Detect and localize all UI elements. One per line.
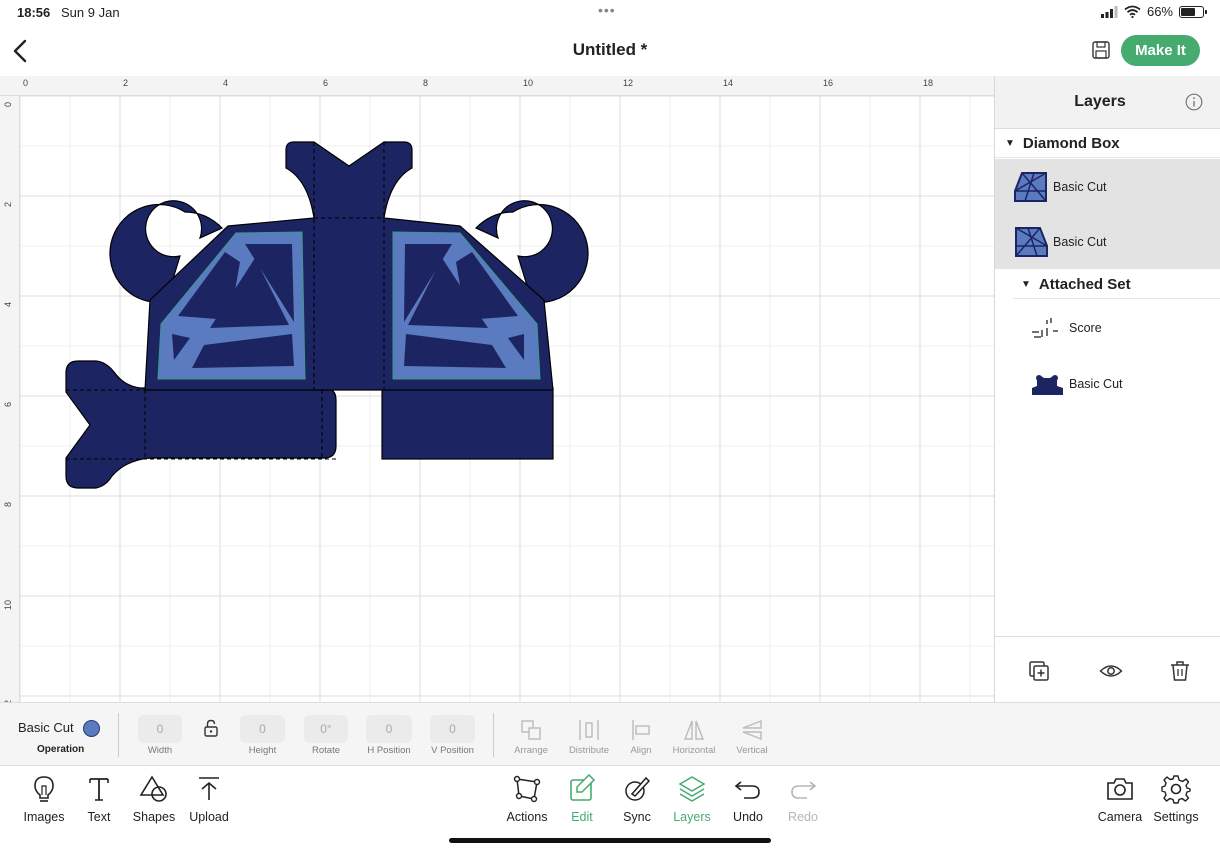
- horizontal-label: Horizontal: [672, 745, 716, 756]
- toolbar-divider: [493, 713, 494, 757]
- status-time: 18:56: [17, 5, 51, 20]
- flip-horizontal-icon[interactable]: [682, 718, 706, 742]
- expanded-triangle-icon[interactable]: ▼: [1021, 279, 1031, 290]
- layers-title: Layers: [1074, 93, 1126, 110]
- status-bar: 18:56 Sun 9 Jan ••• 66%: [0, 0, 1220, 26]
- layers-header: Layers: [995, 76, 1220, 129]
- undo-icon: [734, 781, 760, 799]
- layer-label: Basic Cut: [1053, 234, 1107, 249]
- arrange-icon[interactable]: [519, 718, 543, 742]
- upload-button[interactable]: Upload: [177, 774, 241, 824]
- v-position-label: V Position: [431, 745, 474, 756]
- project-title: Untitled *: [572, 40, 648, 59]
- layer-item[interactable]: Basic Cut: [995, 159, 1220, 214]
- height-field[interactable]: 0: [240, 715, 285, 743]
- layers-stack-icon: [678, 776, 706, 802]
- multitasking-dots-icon[interactable]: •••: [598, 2, 616, 18]
- flip-vertical-icon[interactable]: [740, 718, 764, 742]
- rotate-field[interactable]: 0°: [304, 715, 348, 743]
- layer-item[interactable]: Basic Cut: [995, 356, 1220, 411]
- home-indicator[interactable]: [449, 838, 771, 843]
- right-bottom-panel[interactable]: [381, 387, 554, 460]
- layer-group-diamond-box[interactable]: ▼ Diamond Box: [995, 129, 1220, 158]
- info-icon[interactable]: [1185, 93, 1203, 111]
- layer-group-attached-set[interactable]: ▼ Attached Set: [1013, 270, 1220, 299]
- height-label: Height: [248, 745, 277, 756]
- settings-label: Settings: [1153, 810, 1199, 824]
- distribute-icon[interactable]: [577, 718, 601, 742]
- width-field[interactable]: 0: [138, 715, 182, 743]
- make-it-button[interactable]: Make It: [1121, 35, 1200, 66]
- shapes-icon: [139, 775, 167, 802]
- vertical-label: Vertical: [736, 745, 768, 756]
- left-diamond-window[interactable]: [157, 231, 306, 380]
- text-tool-icon: [89, 778, 109, 801]
- layer-label: Basic Cut: [1053, 179, 1107, 194]
- cellular-signal-icon: [1100, 5, 1118, 18]
- diamond-box-design[interactable]: [0, 76, 994, 702]
- operation-label: Operation: [37, 744, 85, 755]
- duplicate-icon[interactable]: [1027, 659, 1051, 683]
- align-icon[interactable]: [629, 718, 653, 742]
- v-position-field[interactable]: 0: [430, 715, 475, 743]
- trash-icon[interactable]: [1168, 659, 1192, 683]
- layer-label: Score: [1069, 320, 1102, 335]
- score-thumbnail-icon: [1032, 317, 1058, 338]
- camera-label: Camera: [1097, 810, 1143, 824]
- layers-panel: Layers ▼ Diamond Box Basic Cut Basic Cut…: [994, 76, 1220, 702]
- h-position-field[interactable]: 0: [366, 715, 412, 743]
- toolbar-divider: [118, 713, 119, 757]
- wifi-icon: [1124, 5, 1141, 18]
- status-date: Sun 9 Jan: [61, 5, 120, 20]
- battery-percentage: 66%: [1146, 4, 1173, 19]
- sync-icon: [625, 776, 651, 801]
- edit-toolbar: Basic Cut Operation 0 Width 0 Height 0° …: [0, 702, 1220, 766]
- unlock-icon[interactable]: [203, 719, 219, 737]
- upload-label: Upload: [189, 810, 229, 824]
- diamond-thumbnail-icon: [1014, 171, 1047, 202]
- box-thumbnail-icon: [1032, 374, 1063, 395]
- group-label: Diamond Box: [1022, 134, 1120, 152]
- settings-button[interactable]: Settings: [1144, 774, 1208, 824]
- distribute-label: Distribute: [568, 745, 610, 756]
- redo-button[interactable]: Redo: [771, 774, 835, 824]
- redo-icon: [791, 781, 817, 799]
- gear-icon: [1161, 775, 1191, 804]
- battery-fill: [1181, 7, 1195, 16]
- group-label: Attached Set: [1038, 275, 1131, 293]
- app-header: Untitled * Make It: [0, 26, 1220, 74]
- layers-footer: [995, 636, 1220, 702]
- design-canvas[interactable]: 024681012141618 024681012: [0, 76, 994, 702]
- width-label: Width: [147, 745, 173, 756]
- layers-label: Layers: [673, 810, 711, 824]
- eye-icon[interactable]: [1099, 659, 1123, 683]
- actions-icon: [513, 775, 541, 803]
- edit-icon: [570, 774, 596, 801]
- layer-item[interactable]: Basic Cut: [995, 214, 1220, 269]
- arrange-label: Arrange: [514, 745, 548, 756]
- diamond-thumbnail-icon: [1015, 226, 1048, 257]
- status-right: 66%: [1100, 4, 1207, 19]
- redo-label: Redo: [788, 810, 818, 824]
- floppy-disk-icon[interactable]: [1091, 40, 1111, 60]
- layer-label: Basic Cut: [1069, 376, 1123, 391]
- lightbulb-icon: [34, 776, 54, 802]
- camera-icon: [1107, 778, 1133, 800]
- right-diamond-window[interactable]: [392, 231, 541, 380]
- align-label: Align: [630, 745, 652, 756]
- operation-value[interactable]: Basic Cut: [18, 720, 74, 735]
- battery-icon: [1179, 5, 1207, 18]
- expanded-triangle-icon[interactable]: ▼: [1005, 138, 1015, 149]
- layers-button[interactable]: Layers: [660, 774, 724, 824]
- h-position-label: H Position: [367, 745, 411, 756]
- camera-button[interactable]: Camera: [1088, 774, 1152, 824]
- upload-icon: [199, 777, 219, 800]
- operation-color-swatch[interactable]: [83, 720, 100, 737]
- rotate-label: Rotate: [312, 745, 340, 756]
- layer-item[interactable]: Score: [995, 300, 1220, 355]
